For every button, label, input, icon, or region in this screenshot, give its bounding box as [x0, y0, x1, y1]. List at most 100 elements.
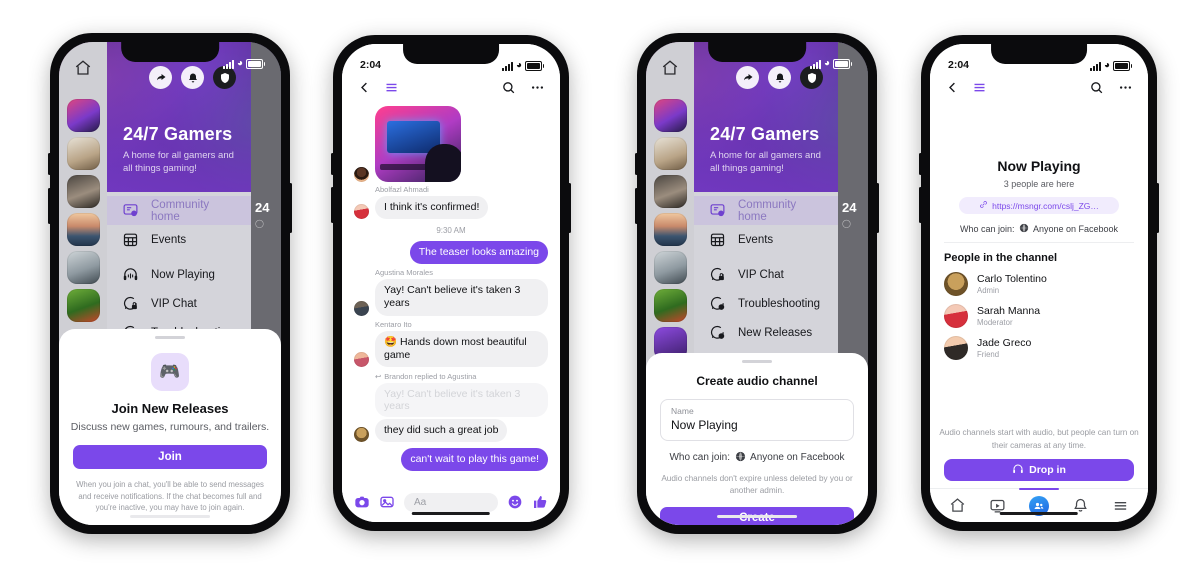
bottom-tab-bar	[930, 488, 1148, 522]
sidebar-item-community-home[interactable]: Community home	[107, 196, 251, 225]
photo-message[interactable]	[375, 106, 461, 182]
peek-title: 24	[255, 200, 270, 215]
message-bubble[interactable]: they did such a great job	[375, 418, 508, 442]
message-row[interactable]: The teaser looks amazing	[354, 241, 548, 265]
list-item[interactable]: Carlo Tolentino Admin	[944, 272, 1134, 296]
sheet-grabber[interactable]	[155, 336, 185, 339]
phone-2-chat: Abolfazl Ahmadi I think it's confirmed! …	[331, 35, 571, 531]
hamburger-icon[interactable]	[972, 80, 987, 95]
sidebar-item-troubleshooting[interactable]: Troubleshooting	[694, 289, 838, 318]
camera-icon[interactable]	[354, 494, 370, 510]
battery-icon	[525, 61, 544, 71]
community-description: A home for all gamers and all things gam…	[123, 150, 234, 175]
quoted-message: Yay! Can't believe it's taken 3 years	[375, 382, 548, 417]
message-row[interactable]	[354, 106, 548, 182]
list-item[interactable]: Sarah Manna Moderator	[944, 304, 1134, 328]
message-row[interactable]: I think it's confirmed!	[354, 196, 548, 220]
community-thumb[interactable]	[66, 99, 100, 132]
message-bubble[interactable]: 🤩 Hands down most beautiful game	[375, 330, 548, 367]
sidebar-item-community-home[interactable]: Community home	[694, 196, 838, 225]
community-thumb[interactable]	[653, 289, 687, 322]
who-can-join-row[interactable]: Who can join: Anyone on Facebook	[944, 223, 1134, 243]
who-can-join-label: Who can join:	[669, 452, 731, 463]
sidebar-item-vip-chat[interactable]: VIP Chat	[107, 289, 251, 318]
sidebar-item-new-releases[interactable]: New Releases	[694, 318, 838, 347]
community-home-icon	[121, 201, 140, 220]
message-timestamp: 9:30 AM	[436, 226, 466, 236]
invite-link-chip[interactable]: https://msngr.com/cslj_ZG…	[959, 197, 1119, 214]
signal-bars-icon	[501, 61, 513, 71]
search-icon[interactable]	[501, 80, 516, 95]
more-dots-icon[interactable]	[530, 80, 545, 95]
back-chevron-icon[interactable]	[357, 80, 372, 95]
sidebar-item-vip-chat[interactable]: VIP Chat	[694, 260, 838, 289]
person-role: Admin	[977, 286, 1000, 295]
avatar	[354, 300, 369, 316]
avatar	[944, 272, 968, 296]
message-input[interactable]: Aa	[404, 492, 498, 512]
message-bubble[interactable]: I think it's confirmed!	[375, 196, 489, 220]
person-role: Friend	[977, 350, 1000, 359]
community-thumb[interactable]	[66, 137, 100, 170]
battery-icon	[246, 59, 265, 69]
message-bubble-outgoing[interactable]: can't wait to play this game!	[401, 447, 548, 471]
sidebar-item-label: Community home	[151, 198, 210, 223]
community-thumb[interactable]	[66, 213, 100, 246]
sidebar-item-events[interactable]: Events	[694, 225, 838, 254]
list-item[interactable]: Jade Greco Friend	[944, 336, 1134, 360]
globe-icon	[1017, 223, 1033, 234]
reply-indicator: ↩ Brandon replied to Agustina	[375, 372, 548, 381]
battery-icon	[833, 59, 852, 69]
person-name: Carlo Tolentino	[977, 273, 1047, 285]
who-can-join-label: Who can join:	[959, 224, 1015, 234]
thumbs-up-icon[interactable]	[532, 494, 548, 510]
search-icon[interactable]	[1089, 80, 1104, 95]
community-thumb[interactable]	[653, 175, 687, 208]
community-thumb[interactable]	[653, 251, 687, 284]
message-row[interactable]: can't wait to play this game!	[354, 447, 548, 471]
message-row[interactable]: 🤩 Hands down most beautiful game	[354, 330, 548, 367]
sidebar-item-label: VIP Chat	[738, 268, 784, 281]
more-dots-icon[interactable]	[1118, 80, 1133, 95]
reply-arrow-icon: ↩	[375, 371, 382, 381]
sidebar-item-now-playing[interactable]: Now Playing	[107, 260, 251, 289]
community-thumb[interactable]	[653, 99, 687, 132]
sidebar-item-label: Troubleshooting	[738, 297, 821, 310]
field-value[interactable]: Now Playing	[671, 418, 843, 432]
message-composer: Aa	[342, 482, 560, 522]
community-thumb[interactable]	[66, 175, 100, 208]
community-thumb[interactable]	[653, 137, 687, 170]
avatar	[354, 351, 369, 367]
community-thumb[interactable]	[66, 289, 100, 322]
emoji-icon[interactable]	[507, 494, 523, 510]
reply-label: Brandon replied to Agustina	[384, 371, 477, 381]
home-icon[interactable]	[949, 497, 966, 514]
chat-screen: Abolfazl Ahmadi I think it's confirmed! …	[342, 44, 560, 522]
sheet-grabber[interactable]	[742, 360, 772, 363]
sidebar-item-events[interactable]: Events	[107, 225, 251, 254]
drop-in-button[interactable]: Drop in	[944, 459, 1134, 481]
message-bubble[interactable]: Yay! Can't believe it's taken 3 years	[375, 279, 548, 316]
channel-body: Now Playing 3 people are here https://ms…	[930, 100, 1148, 427]
community-thumb[interactable]	[653, 213, 687, 246]
gallery-icon[interactable]	[379, 494, 395, 510]
avatar	[354, 167, 369, 182]
message-row[interactable]: Yay! Can't believe it's taken 3 years	[354, 279, 548, 316]
community-thumb[interactable]	[66, 251, 100, 284]
join-new-releases-sheet: 🎮 Join New Releases Discuss new games, r…	[59, 329, 281, 525]
channel-name-field[interactable]: Name Now Playing	[660, 399, 854, 441]
wifi-icon: ◕	[236, 58, 243, 69]
back-chevron-icon[interactable]	[945, 80, 960, 95]
game-controller-icon: 🎮	[151, 353, 189, 391]
who-can-join-row[interactable]: Who can join: Anyone on Facebook	[646, 451, 868, 465]
globe-icon	[735, 451, 746, 465]
message-bubble-outgoing[interactable]: The teaser looks amazing	[409, 241, 548, 265]
hamburger-icon[interactable]	[1112, 497, 1129, 514]
hamburger-icon[interactable]	[384, 80, 399, 95]
message-row[interactable]: they did such a great job	[354, 418, 548, 442]
audio-channel-screen: Now Playing 3 people are here https://ms…	[930, 44, 1148, 522]
sidebar-item-label: Community home	[738, 198, 797, 223]
chat-message-list[interactable]: Abolfazl Ahmadi I think it's confirmed! …	[342, 100, 560, 482]
join-button[interactable]: Join	[73, 445, 267, 469]
wifi-icon: ◕	[515, 60, 522, 71]
